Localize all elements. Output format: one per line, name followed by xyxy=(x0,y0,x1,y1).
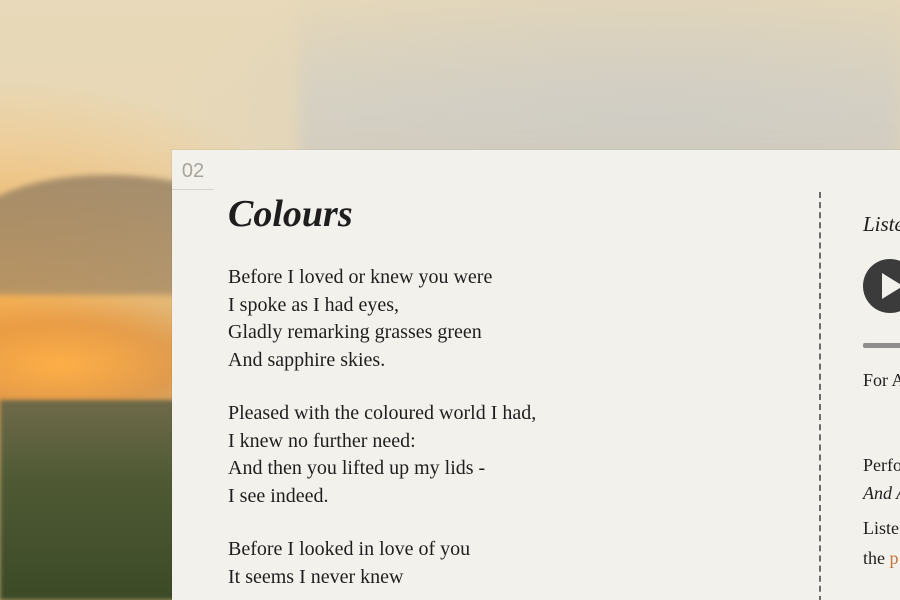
page-number: 02 xyxy=(172,160,214,190)
stanza-1: Before I loved or knew you were I spoke … xyxy=(228,264,808,374)
poem-line: Before I loved or knew you were xyxy=(228,266,493,288)
dedication-text: For A xyxy=(863,370,900,390)
poem-line: I knew no further need: xyxy=(228,429,416,452)
dashed-divider xyxy=(819,192,821,600)
poem-card: 02 Colours Before I loved or knew you we… xyxy=(172,150,900,600)
poem-line: I spoke as I had eyes, xyxy=(228,293,400,316)
stanza-3: Before I looked in love of you It seems … xyxy=(228,536,808,591)
play-icon xyxy=(882,273,900,299)
listen-more-text: Liste xyxy=(863,518,899,538)
poem-line: Before I looked in love of you xyxy=(228,538,471,560)
listen-heading: Liste xyxy=(863,212,900,236)
poem-line: And then you lifted up my lids - xyxy=(228,457,486,479)
performed-by-text: Perfo xyxy=(863,455,900,475)
poem-line: It seems I never knew xyxy=(228,565,404,588)
poem-line: I see indeed. xyxy=(228,484,329,507)
stanza-2: Pleased with the coloured world I had, I… xyxy=(228,400,808,510)
poem: Colours Before I loved or knew you were … xyxy=(228,190,808,600)
listen-more-line: the p xyxy=(863,548,899,569)
poem-line: Gladly remarking grasses green xyxy=(228,321,482,343)
poem-title: Colours xyxy=(228,193,353,235)
poem-line: And sapphire skies. xyxy=(228,348,386,371)
poem-line: Pleased with the coloured world I had, xyxy=(228,402,537,424)
listen-more-prefix: the xyxy=(863,548,885,568)
performer-name: And A xyxy=(863,483,900,503)
audio-progress-bar[interactable] xyxy=(863,343,900,348)
listen-panel: Liste For A Perfo And A Liste the p xyxy=(863,210,900,568)
listen-more-link[interactable]: p xyxy=(890,548,899,568)
play-button[interactable] xyxy=(863,259,900,313)
